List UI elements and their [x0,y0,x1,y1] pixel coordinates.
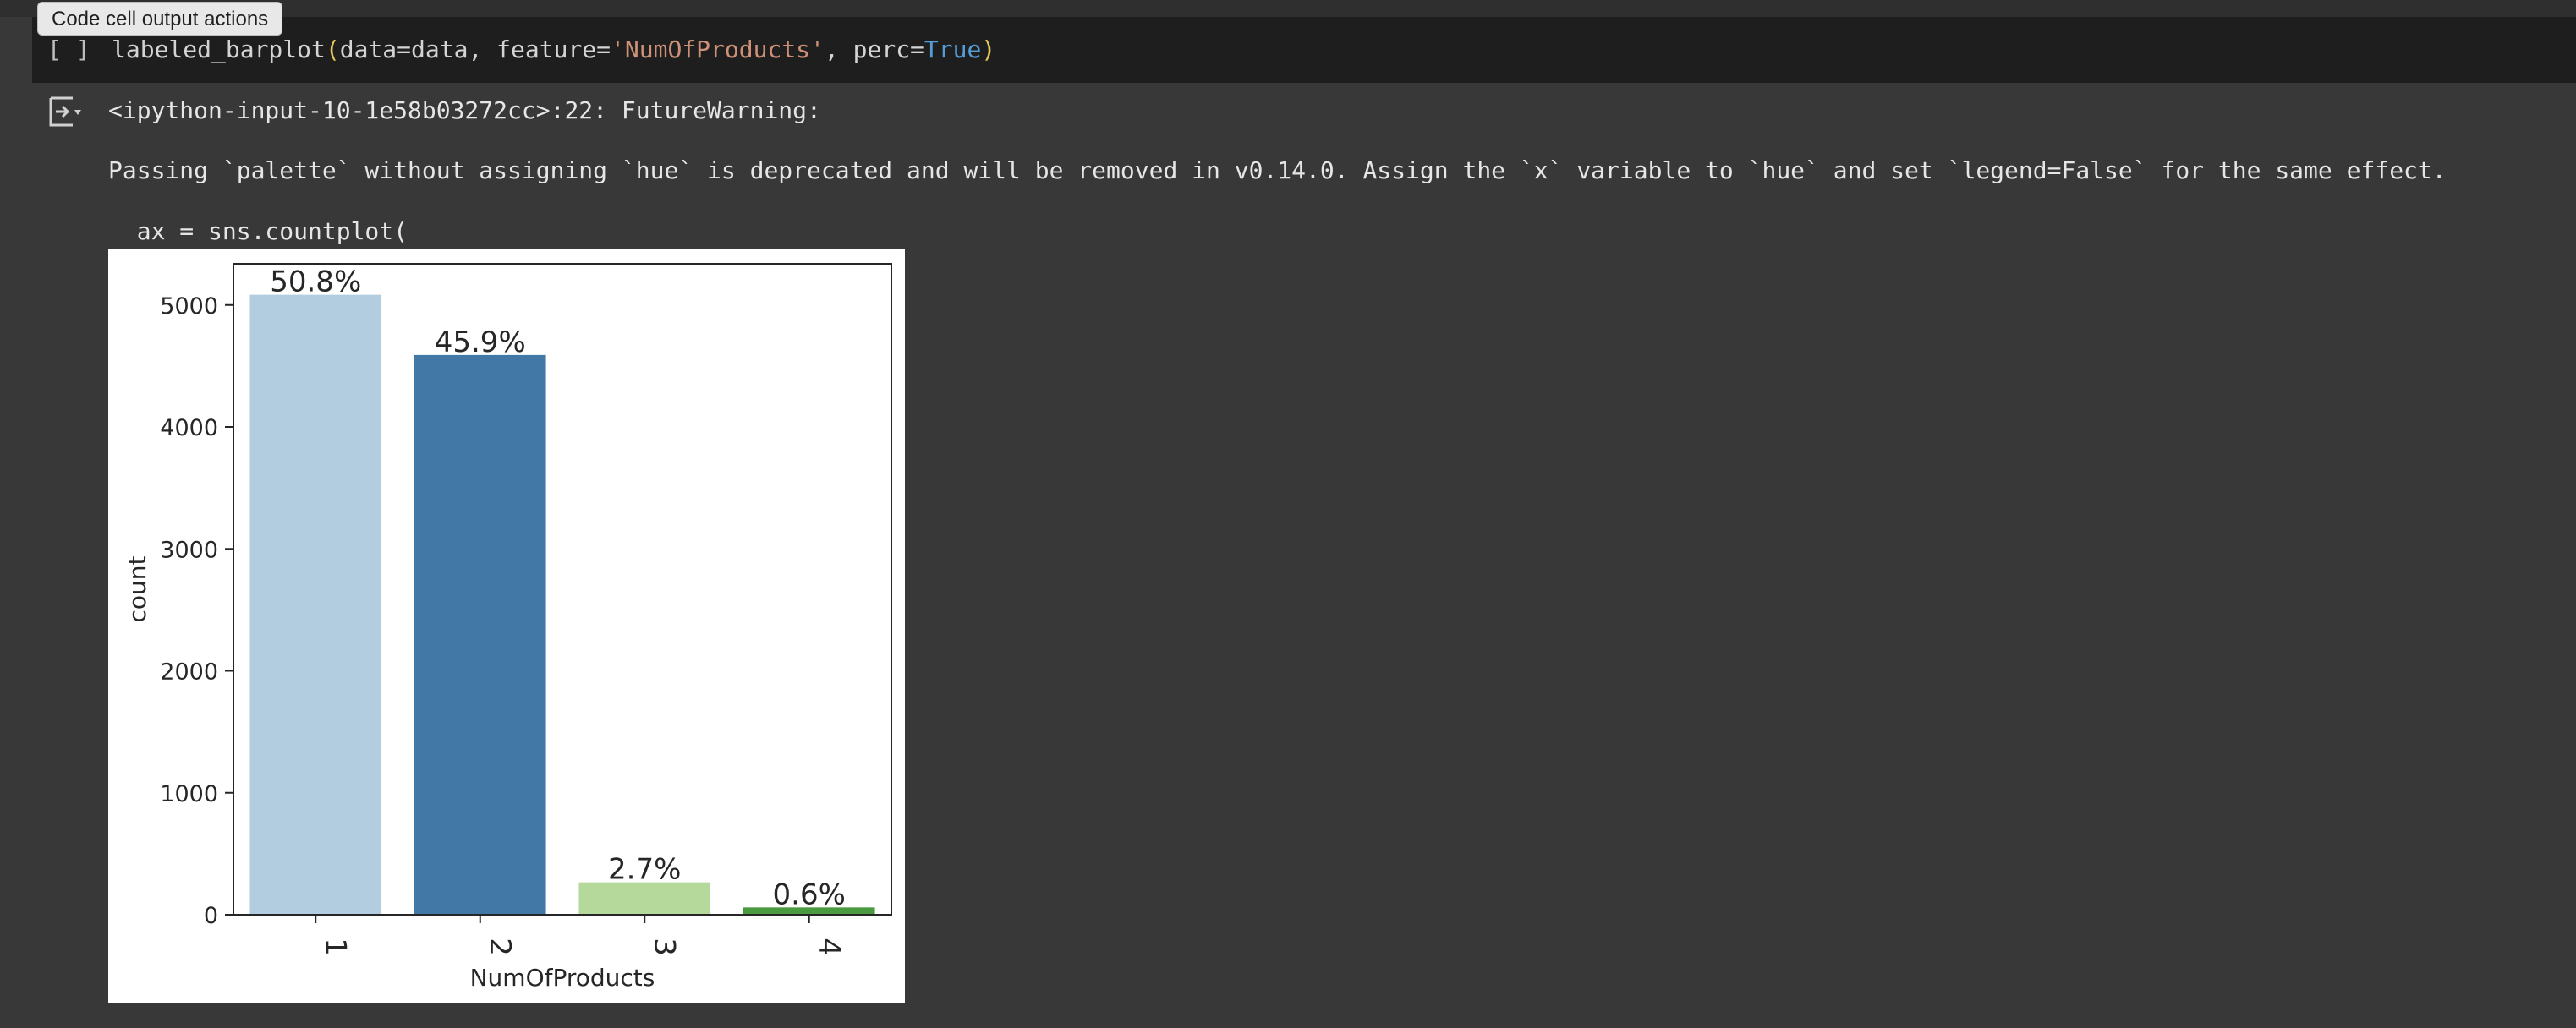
code-paren-open: ( [325,36,340,63]
warning-message: Passing `palette` without assigning `hue… [108,156,2447,184]
code-keyword: True [924,36,982,63]
run-cell-button[interactable]: [ ] [47,34,90,66]
y-tick-label-1000: 1000 [160,781,218,807]
data-label-4: 0.6% [773,878,846,911]
bar-3 [578,882,711,915]
y-tick-label-4000: 4000 [160,415,218,441]
y-axis-label: count [123,555,151,622]
code-cell-output-actions-tooltip: Code cell output actions [37,2,283,36]
bar-1 [249,294,382,916]
code-paren-close: ) [981,36,996,63]
bar-chart: 50.8% 45.9% 2.7% 0.6% 0 1000 2000 3000 4000 5000 1… [108,249,905,1003]
x-tick-label-3: 3 [647,938,681,956]
code-args: data=data, feature= [339,36,611,63]
bar-2 [414,354,546,915]
x-tick-label-2: 2 [483,938,517,956]
y-tick-label-5000: 5000 [160,293,218,320]
data-label-2: 45.9% [435,325,526,359]
top-strip [0,0,2576,17]
data-label-3: 2.7% [608,853,681,887]
y-tick-label-0: 0 [204,903,218,929]
code-editor[interactable]: labeled_barplot(data=data, feature='NumO… [112,34,995,66]
x-tick-label-4: 4 [812,938,846,956]
x-tick-label-1: 1 [318,938,352,956]
data-label-1: 50.8% [270,265,361,299]
code-string: 'NumOfProducts' [611,36,825,63]
y-tick-label-2000: 2000 [160,659,218,686]
y-tick-label-3000: 3000 [160,537,218,563]
x-axis-label: NumOfProducts [470,964,655,992]
output-actions-icon[interactable] [47,95,85,128]
code-args-2: , perc= [824,36,924,63]
bar-chart-svg: 50.8% 45.9% 2.7% 0.6% 0 1000 2000 3000 4000 5000 1… [123,263,892,992]
code-function: labeled_barplot [112,36,326,63]
warning-code-line: ax = sns.countplot( [108,217,408,245]
warning-header: <ipython-input-10-1e58b03272cc>:22: Futu… [108,96,821,124]
